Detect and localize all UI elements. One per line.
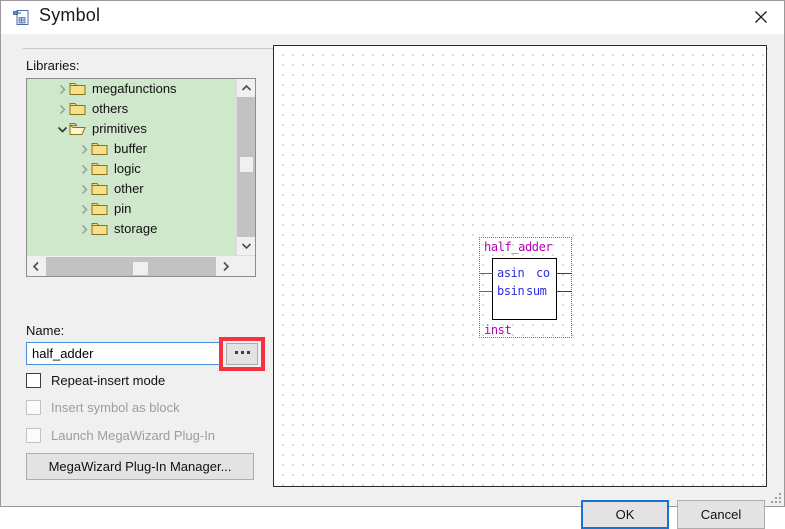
chevron-right-icon[interactable] [55, 102, 69, 116]
tree-item-label: pin [114, 201, 132, 216]
checkbox-repeat-insert-mode[interactable]: Repeat-insert mode [26, 373, 165, 388]
chevron-right-icon[interactable] [77, 162, 91, 176]
checkbox-box [26, 400, 41, 415]
folder-open-icon [69, 122, 86, 136]
symbol-dialog: Symbol Libraries: megafunctions others pri… [0, 0, 785, 529]
chevron-right-icon[interactable] [77, 182, 91, 196]
folder-closed-icon [91, 202, 108, 216]
folder-closed-icon [91, 222, 108, 236]
output-pin-line-co [556, 273, 572, 274]
cancel-button[interactable]: Cancel [677, 500, 765, 529]
port-label-bsin: bsin [497, 284, 525, 298]
chevron-right-icon[interactable] [77, 142, 91, 156]
tree-item-label: buffer [114, 141, 148, 156]
checkbox-box[interactable] [26, 373, 41, 388]
window-title: Symbol [39, 5, 101, 25]
ok-button[interactable]: OK [581, 500, 669, 529]
checkbox-label: Repeat-insert mode [51, 373, 166, 388]
scroll-right-icon[interactable] [217, 257, 235, 275]
folder-closed-icon [69, 102, 86, 116]
libraries-tree-list[interactable]: megafunctions others primitives buffer logic… [27, 79, 236, 255]
checkbox-box [26, 428, 41, 443]
scroll-up-icon[interactable] [237, 79, 255, 97]
tree-vscroll-track[interactable] [237, 97, 255, 237]
checkbox-launch-megawizard-plugin: Launch MegaWizard Plug-In [26, 428, 215, 443]
symbol-title-label: half_adder [484, 240, 553, 254]
tree-vscroll-thumb[interactable] [240, 157, 253, 172]
tree-item-logic[interactable]: logic [27, 159, 236, 179]
chevron-down-icon[interactable] [55, 122, 69, 136]
symbol-name-input[interactable] [26, 342, 223, 365]
tree-item-other[interactable]: other [27, 179, 236, 199]
chevron-right-icon[interactable] [77, 222, 91, 236]
tree-item-others[interactable]: others [27, 99, 236, 119]
output-pin-line-sum [556, 291, 572, 292]
folder-closed-icon [91, 162, 108, 176]
tree-item-pin[interactable]: pin [27, 199, 236, 219]
input-pin-line-asin [479, 273, 493, 274]
checkbox-label: Insert symbol as block [51, 400, 180, 415]
tree-hscroll-thumb[interactable] [133, 262, 148, 275]
libraries-label: Libraries: [26, 58, 80, 73]
libraries-tree[interactable]: megafunctions others primitives buffer logic… [26, 78, 256, 277]
name-label: Name: [26, 323, 65, 338]
tree-horizontal-scrollbar[interactable] [27, 255, 255, 276]
browse-button[interactable] [226, 343, 258, 365]
tree-item-buffer[interactable]: buffer [27, 139, 236, 159]
title-bar: Symbol [1, 1, 784, 34]
tree-item-label: primitives [92, 121, 147, 136]
checkbox-label: Launch MegaWizard Plug-In [51, 428, 216, 443]
tree-item-label: others [92, 101, 129, 116]
scroll-down-icon[interactable] [237, 237, 255, 255]
port-label-sum: sum [526, 284, 547, 298]
tree-vertical-scrollbar[interactable] [236, 79, 255, 255]
input-pin-line-bsin [479, 291, 493, 292]
scroll-left-icon[interactable] [27, 257, 45, 275]
symbol-instance-label: inst [484, 323, 512, 337]
folder-closed-icon [69, 82, 86, 96]
tree-item-megafunctions[interactable]: megafunctions [27, 79, 236, 99]
tree-item-label: logic [114, 161, 141, 176]
port-label-asin: asin [497, 266, 525, 280]
tree-item-label: storage [114, 221, 158, 236]
folder-closed-icon [91, 182, 108, 196]
tree-item-primitives[interactable]: primitives [27, 119, 236, 139]
port-label-co: co [536, 266, 550, 280]
megawizard-plugin-manager-button[interactable]: MegaWizard Plug-In Manager... [26, 453, 254, 480]
checkbox-insert-symbol-as-block: Insert symbol as block [26, 400, 180, 415]
folder-closed-icon [91, 142, 108, 156]
tree-item-storage[interactable]: storage [27, 219, 236, 239]
ellipsis-icon [234, 351, 250, 357]
tree-item-label: megafunctions [92, 81, 177, 96]
symbol-document-icon [13, 9, 31, 27]
resize-grip[interactable] [769, 491, 781, 503]
chevron-right-icon[interactable] [77, 202, 91, 216]
symbol-preview-canvas[interactable]: half_adder inst asin bsin co sum [273, 45, 767, 487]
chevron-right-icon[interactable] [55, 82, 69, 96]
tree-item-label: other [114, 181, 144, 196]
close-icon[interactable] [738, 1, 784, 33]
tree-hscroll-track[interactable] [46, 257, 216, 276]
dialog-body: Libraries: megafunctions others primitives… [1, 34, 784, 529]
